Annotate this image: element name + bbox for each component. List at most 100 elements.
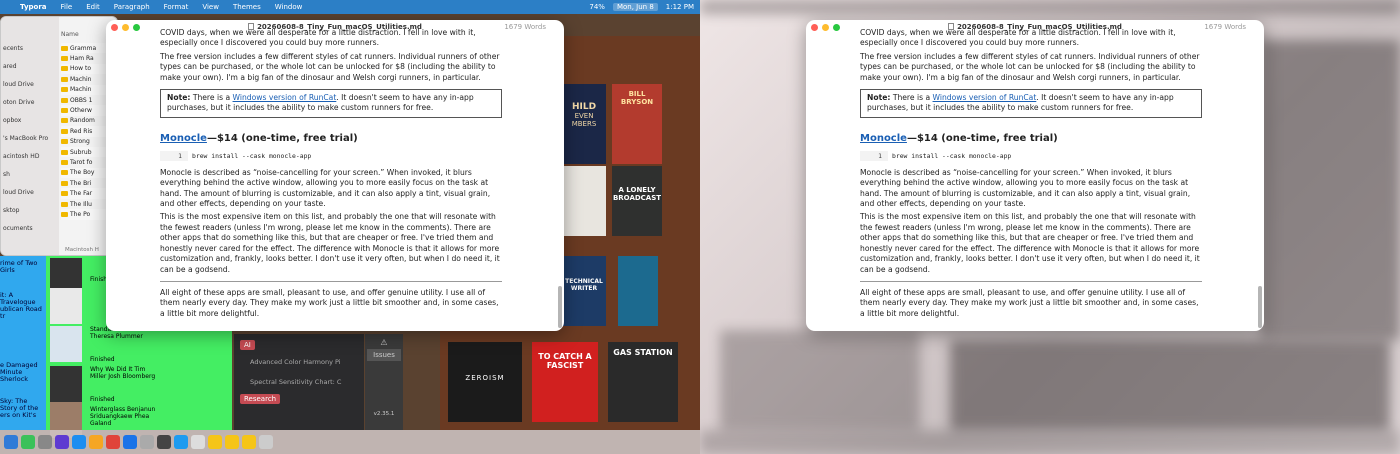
book-cover[interactable] [618,256,658,326]
book-cover-thumbnail [50,288,82,324]
sidebar-item-shared[interactable]: ared [1,63,59,81]
document-content[interactable]: COVID days, when we were all desperate f… [860,28,1202,322]
word-count[interactable]: 1679 Words [504,23,546,31]
folder-icon [61,108,68,114]
divider [860,280,1202,282]
app-dock-icon[interactable] [89,435,103,449]
app-dock-icon[interactable] [174,435,188,449]
menubar-date[interactable]: Mon, Jun 8 [612,3,658,11]
ai-tag[interactable]: AI [240,340,255,350]
sidebar-item-documents[interactable]: ocuments [1,225,59,243]
menu-window[interactable]: Window [275,3,303,11]
sidebar-item-trash[interactable]: sh [1,171,59,189]
folder-icon [61,76,68,82]
table-cell[interactable]: e Damaged Minute Sherlock [0,362,46,383]
menu-format[interactable]: Format [164,3,189,11]
book-cover[interactable]: GAS STATION [608,342,678,422]
app-dock-icon[interactable] [157,435,171,449]
book-cover[interactable]: BILL BRYSON [612,84,662,164]
sidebar-item-proton[interactable]: oton Drive [1,99,59,117]
sidebar-item-icloud-drive[interactable]: loud Drive [1,189,59,207]
menu-file[interactable]: File [61,3,73,11]
note-callout: Note: There is a Windows version of RunC… [160,89,502,118]
research-tag[interactable]: Research [240,394,281,404]
book-cover[interactable]: HILD EVEN MBERS [562,84,606,164]
table-cell[interactable]: Sky: The Story of the ers on Kit's [0,398,46,419]
issues-panel: ⚠ Issues v2.35.1 [365,334,403,430]
book-cover[interactable]: TO CATCH A FASCIST [532,342,598,422]
app-dock-icon[interactable] [242,435,256,449]
table-cell[interactable]: it: A Travelogue ublican Road tr [0,292,46,320]
book-cover[interactable] [562,166,606,236]
app-dock-icon[interactable] [106,435,120,449]
version-label: v2.35.1 [373,411,395,417]
paragraph: The free version includes a few differen… [160,51,500,82]
folder-icon [61,201,68,207]
issues-tab[interactable]: Issues [367,349,401,361]
note-row[interactable]: Advanced Color Harmony Pi [250,358,358,366]
table-cell[interactable]: Finished [90,396,115,403]
folder-icon [61,118,68,124]
messages-dock-icon[interactable] [21,435,35,449]
app-dock-icon[interactable] [208,435,222,449]
code-line-number: 1 [160,150,188,161]
code-block[interactable]: 1 brew install --cask monocle-app [860,150,1202,161]
document-content[interactable]: COVID days, when we were all desperate f… [160,28,502,322]
menu-edit[interactable]: Edit [86,3,100,11]
settings-dock-icon[interactable] [38,435,52,449]
app-dock-icon[interactable] [225,435,239,449]
paragraph: Monocle is described as “noise-cancellin… [860,167,1191,209]
menu-paragraph[interactable]: Paragraph [114,3,150,11]
sidebar-item-recents[interactable]: ecents [1,45,59,63]
code-line-number: 1 [860,150,888,161]
heading-price: —$14 (one-time, free trial) [206,132,358,144]
code-text: brew install --cask monocle-app [892,151,1012,160]
table-cell[interactable]: rime of Two Girls [0,260,46,274]
finder-column-header[interactable]: Name [61,31,79,38]
scrollbar[interactable] [1258,286,1262,328]
folder-icon [61,180,68,186]
folder-icon [61,66,68,72]
battery-level[interactable]: 74% [589,3,605,11]
sidebar-item-dropbox[interactable]: opbox [1,117,59,135]
notes-panel: AI Advanced Color Harmony Pi Spectral Se… [234,334,364,430]
book-cover[interactable]: A LONELY BROADCAST [612,166,662,236]
folder-icon [61,191,68,197]
app-dock-icon[interactable] [123,435,137,449]
paragraph: COVID days, when we were all desperate f… [860,28,1176,48]
sidebar-item-macintosh-hd[interactable]: acintosh HD [1,153,59,171]
trash-dock-icon[interactable] [259,435,273,449]
table-cell[interactable]: Finished [90,356,115,363]
warning-icon: ⚠ [380,338,388,347]
finder-dock-icon[interactable] [4,435,18,449]
note-row[interactable]: Spectral Sensitivity Chart: C [250,378,358,386]
folder-icon [61,139,68,145]
runcat-windows-link[interactable]: Windows version of RunCat [233,93,337,102]
runcat-windows-link[interactable]: Windows version of RunCat [933,93,1037,102]
menu-themes[interactable]: Themes [233,3,261,11]
folder-icon [61,159,68,165]
folder-icon [61,56,68,62]
word-count[interactable]: 1679 Words [1204,23,1246,31]
book-cover[interactable]: ZEROISM [448,342,522,422]
scrollbar[interactable] [558,286,562,328]
menubar-time[interactable]: 1:12 PM [666,3,694,11]
sidebar-item-desktop[interactable]: sktop [1,207,59,225]
monocle-link[interactable]: Monocle [860,133,907,144]
folder-icon [61,97,68,103]
monocle-link[interactable]: Monocle [160,133,207,144]
menu-view[interactable]: View [202,3,219,11]
typora-dock-icon[interactable] [191,435,205,449]
table-cell[interactable]: Why We Did It Tim Miller Josh Bloomberg [90,366,160,380]
blurred-menubar [700,0,1400,14]
table-cell[interactable]: Winterglass Benjanun Sriduangkaew Phea G… [90,406,170,427]
app-dock-icon[interactable] [55,435,69,449]
app-dock-icon[interactable] [72,435,86,449]
sidebar-item-icloud[interactable]: loud Drive [1,81,59,99]
sidebar-item-macbook[interactable]: 's MacBook Pro [1,135,59,153]
code-block[interactable]: 1 brew install --cask monocle-app [160,150,502,161]
finder-sidebar: ecents ared loud Drive oton Drive opbox … [1,17,59,255]
book-cover[interactable]: TECHNICAL WRITER [562,256,606,326]
app-dock-icon[interactable] [140,435,154,449]
menu-app-name[interactable]: Typora [20,3,47,11]
